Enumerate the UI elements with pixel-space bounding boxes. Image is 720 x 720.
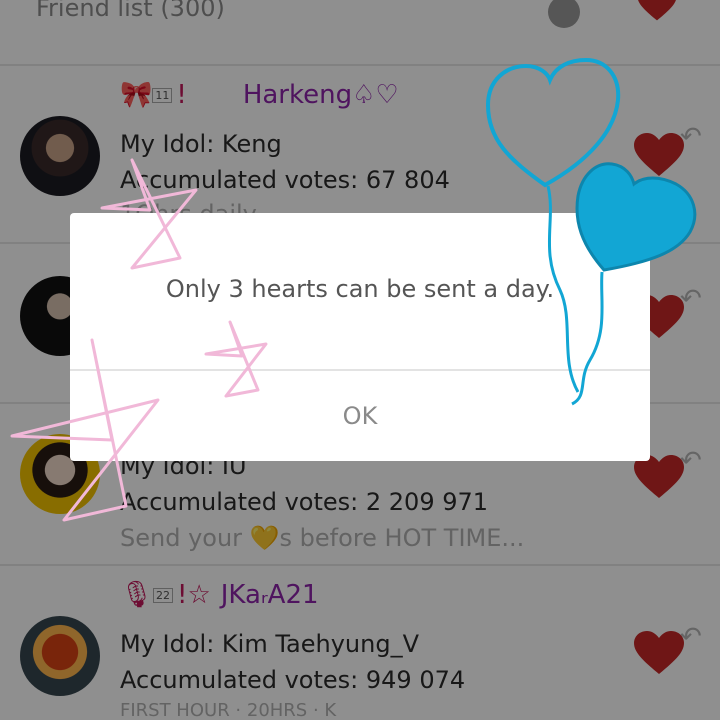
alert-dialog: Only 3 hearts can be sent a day. OK	[70, 213, 650, 461]
dialog-message: Only 3 hearts can be sent a day.	[165, 275, 555, 303]
ok-button[interactable]: OK	[70, 371, 650, 461]
